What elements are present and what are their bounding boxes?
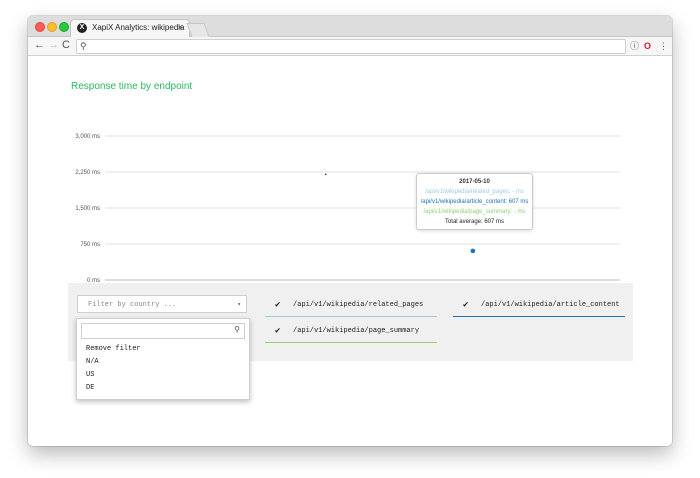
legend-label: /api/v1/wikipedia/page_summary <box>293 327 420 335</box>
maximize-window-button[interactable] <box>59 22 69 32</box>
y-tick-label: 2,250 ms <box>75 170 100 176</box>
page-content: Response time by endpoint 0 ms 750 ms 1,50… <box>28 56 672 446</box>
legend-item-article-content[interactable]: ✔ /api/v1/wikipedia/article_content <box>453 294 625 317</box>
xapix-favicon-icon: X <box>77 23 87 33</box>
minimize-window-button[interactable] <box>47 22 57 32</box>
search-icon: ⚲ <box>234 326 240 335</box>
title-bar: X XapiX Analytics: wikipedia × <box>28 16 672 37</box>
tooltip-page-summary: /api/v1/wikipedia/page_summary: - ms <box>423 209 526 215</box>
tooltip-total: Total average: 607 ms <box>444 219 505 225</box>
back-arrow-icon[interactable]: ← <box>34 39 45 52</box>
dropdown-option-us[interactable]: US <box>86 370 94 380</box>
checkmark-icon: ✔ <box>275 326 281 336</box>
opera-icon[interactable]: O <box>644 40 651 52</box>
chevron-down-icon: ▾ <box>237 301 241 308</box>
country-filter-dropdown: ⚲ Remove filter N/A US DE <box>76 318 250 400</box>
browser-tab[interactable]: X XapiX Analytics: wikipedia × <box>70 19 190 37</box>
dropdown-search-input[interactable]: ⚲ <box>81 323 245 339</box>
browser-window: X XapiX Analytics: wikipedia × ← → C ⚲ ⓘ… <box>28 16 672 446</box>
checkmark-icon: ✔ <box>463 300 469 310</box>
dropdown-option-remove-filter[interactable]: Remove filter <box>86 344 141 354</box>
tooltip-related-pages: /api/v1/wikipedia/related_pages: - ms <box>425 189 524 195</box>
tab-close-icon[interactable]: × <box>178 22 183 32</box>
dropdown-option-na[interactable]: N/A <box>86 357 99 367</box>
legend-item-page-summary[interactable]: ✔ /api/v1/wikipedia/page_summary <box>265 320 437 343</box>
menu-icon[interactable]: ⋮ <box>659 40 668 52</box>
new-tab-button[interactable] <box>186 23 210 37</box>
filter-placeholder: Filter by country ... <box>88 301 177 309</box>
y-tick-label: 1,500 ms <box>75 206 100 212</box>
checkmark-icon: ✔ <box>275 300 281 310</box>
chart-tooltip: 2017-05-10 /api/v1/wikipedia/related_pag… <box>416 173 533 230</box>
response-time-chart: 0 ms750 ms1,500 ms2,250 ms3,000 msMay 5M… <box>75 134 630 293</box>
legend-item-related-pages[interactable]: ✔ /api/v1/wikipedia/related_pages <box>265 294 437 317</box>
tab-title: XapiX Analytics: wikipedia <box>92 23 185 32</box>
tooltip-date: 2017-05-10 <box>459 179 490 185</box>
info-icon[interactable]: ⓘ <box>630 40 639 52</box>
legend-label: /api/v1/wikipedia/article_content <box>481 301 620 309</box>
data-point <box>324 173 327 176</box>
search-icon: ⚲ <box>80 41 87 51</box>
browser-toolbar: ← → C ⚲ ⓘ O ⋮ <box>28 37 672 56</box>
dropdown-option-de[interactable]: DE <box>86 383 94 393</box>
reload-icon[interactable]: C <box>62 39 70 52</box>
data-point <box>470 248 476 254</box>
legend-label: /api/v1/wikipedia/related_pages <box>293 301 424 309</box>
close-window-button[interactable] <box>35 22 45 32</box>
forward-arrow-icon[interactable]: → <box>48 39 59 52</box>
address-bar[interactable]: ⚲ <box>76 39 626 54</box>
y-tick-label: 3,000 ms <box>75 134 100 140</box>
y-tick-label: 750 ms <box>80 242 100 248</box>
country-filter-select[interactable]: Filter by country ... ▾ <box>77 295 247 313</box>
tooltip-article-content: /api/v1/wikipedia/article_content: 607 m… <box>420 199 529 205</box>
